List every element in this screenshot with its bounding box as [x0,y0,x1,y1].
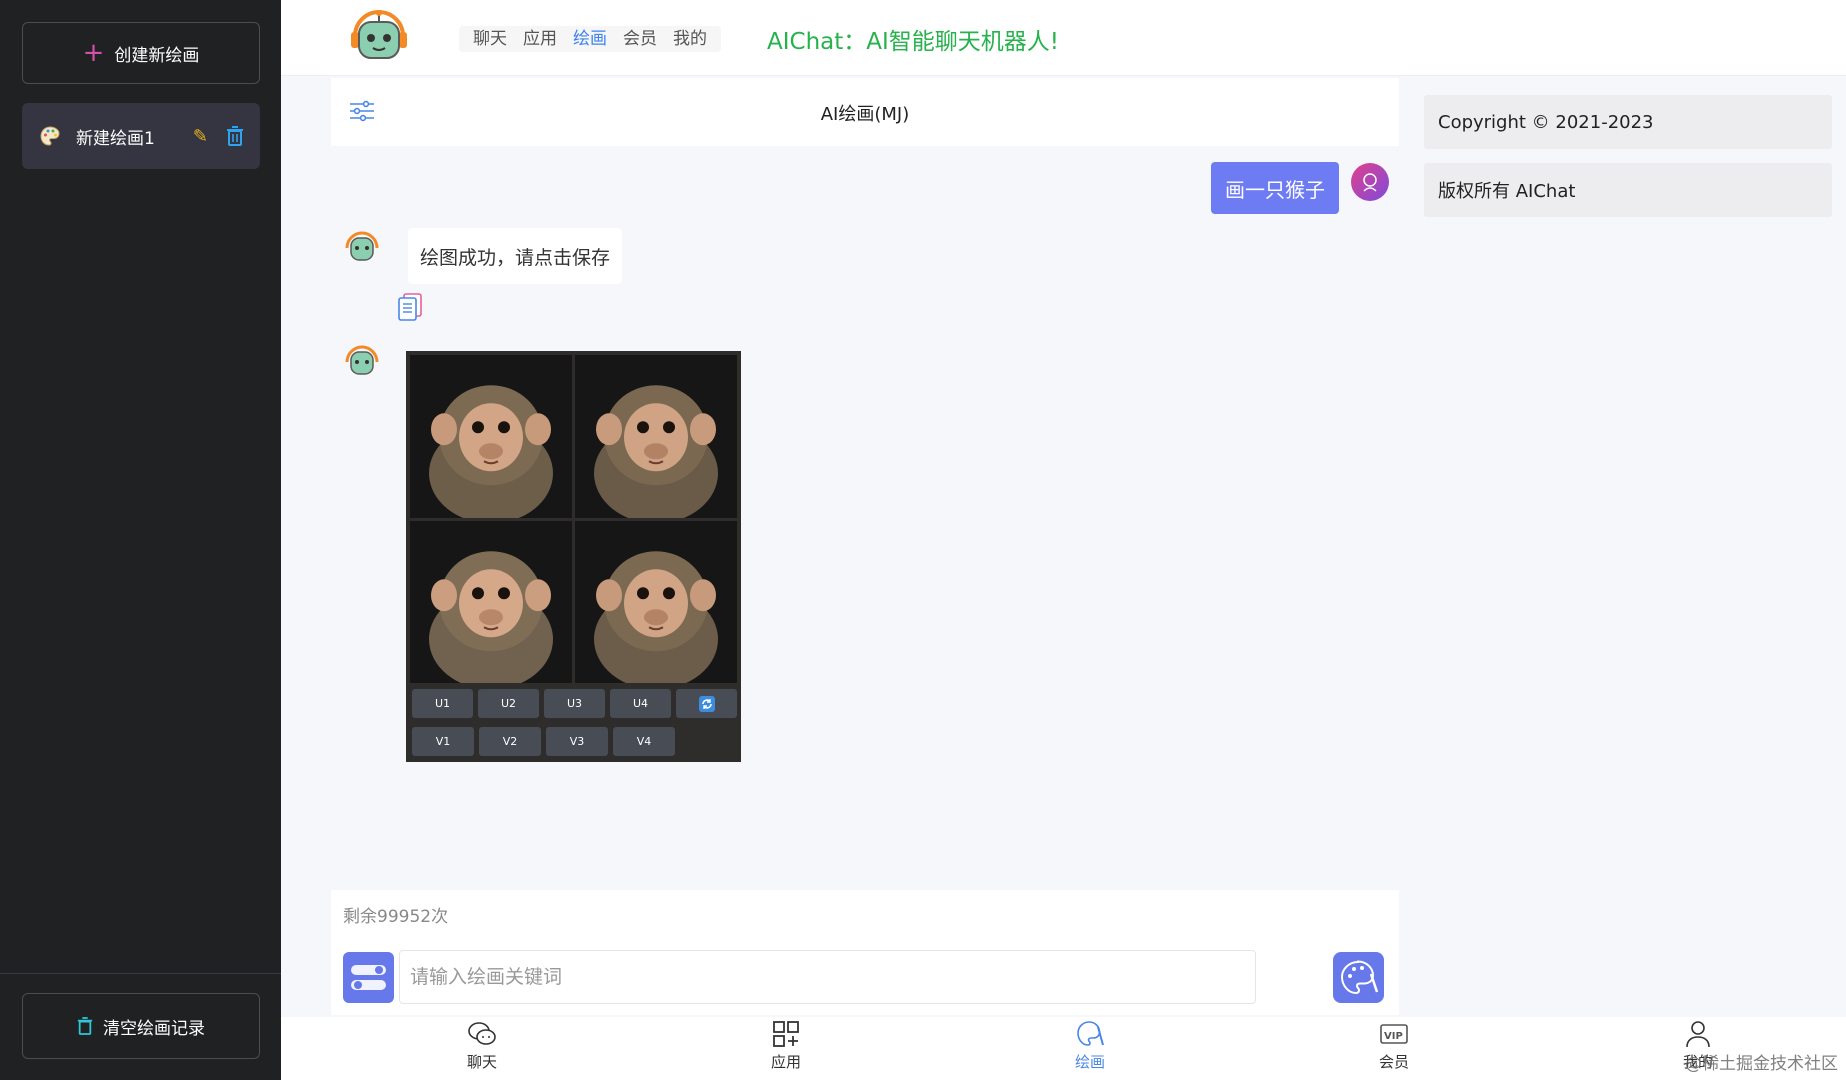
input-area: 剩余99952次 [331,890,1399,1015]
sidebar-divider [0,973,281,974]
rights-info: 版权所有 AIChat [1424,163,1832,217]
nav-chat[interactable]: 聊天 [465,26,515,52]
options-button[interactable] [343,952,394,1003]
user-message: 画一只猴子 [1211,162,1339,214]
new-drawing-button[interactable]: + 创建新绘画 [22,22,260,84]
upscale-3-button[interactable]: U3 [544,689,605,718]
generated-image-card: U1 U2 U3 U4 V1 V2 V3 V4 [406,351,741,762]
chat-title: AI绘画(MJ) [820,104,910,125]
variation-4-button[interactable]: V4 [613,727,675,756]
nav-apps[interactable]: 应用 [515,26,565,52]
plus-icon: + [82,38,105,68]
mj-action-buttons: U1 U2 U3 U4 V1 V2 V3 V4 [410,689,737,765]
upscale-1-button[interactable]: U1 [412,689,473,718]
copy-icon[interactable] [397,292,423,322]
bot-message: 绘图成功，请点击保存 [408,228,623,284]
clear-history-button[interactable]: 清空绘画记录 [22,993,260,1059]
robot-logo [351,10,407,59]
refresh-icon [698,695,715,712]
monkey-image [410,355,572,518]
nav-mine[interactable]: 我的 [665,26,715,52]
trash-icon [77,1017,93,1035]
upscale-4-button[interactable]: U4 [610,689,671,718]
sidebar-item-label: 新建绘画1 [76,128,155,149]
upscale-2-button[interactable]: U2 [478,689,539,718]
vip-icon: VIP [1380,1024,1408,1044]
chat-icon [468,1022,496,1045]
clear-history-label: 清空绘画记录 [103,1018,205,1039]
tab-apps-label: 应用 [770,1053,801,1071]
svg-text:VIP: VIP [1384,1031,1403,1042]
copyright-info: Copyright © 2021-2023 [1424,95,1832,149]
tab-chat-label: 聊天 [466,1053,497,1071]
top-nav: 聊天 应用 绘画 会员 我的 [459,26,721,52]
nav-draw[interactable]: 绘画 [565,26,615,52]
tab-draw-label: 绘画 [1074,1053,1105,1071]
variation-1-button[interactable]: V1 [412,727,474,756]
watermark: @稀土掘金技术社区 [1685,1054,1838,1074]
draw-send-button[interactable] [1333,952,1384,1003]
brand-title: AIChat：AI智能聊天机器人! [767,29,1060,55]
user-avatar [1351,163,1389,201]
variation-3-button[interactable]: V3 [546,727,608,756]
chat-header: AI绘画(MJ) [331,78,1399,146]
generated-image-grid[interactable] [410,355,737,683]
bot-avatar [345,345,379,375]
sidebar-item-drawing[interactable]: 新建绘画1 ✎ [22,103,260,169]
monkey-image [410,520,572,683]
nav-member[interactable]: 会员 [615,26,665,52]
palette-icon [1340,960,1379,995]
bottom-tab-bar: 聊天 应用 绘画 VIP 会员 我的 [281,1017,1846,1080]
new-drawing-label: 创建新绘画 [114,45,200,66]
tab-member[interactable]: VIP 会员 [1354,1019,1434,1072]
bot-avatar [345,231,379,261]
apps-icon [773,1021,799,1047]
user-avatar-icon [1363,173,1377,192]
toggle-options-icon [351,965,386,990]
tab-apps[interactable]: 应用 [746,1019,826,1072]
delete-icon[interactable] [226,126,244,146]
tab-draw[interactable]: 绘画 [1050,1019,1130,1072]
variation-2-button[interactable]: V2 [479,727,541,756]
palette-icon [40,126,60,146]
sidebar: + 创建新绘画 新建绘画1 ✎ 清空绘画记录 [0,0,281,1080]
prompt-input[interactable] [399,950,1256,1004]
edit-icon[interactable]: ✎ [193,126,208,147]
remaining-count: 剩余99952次 [343,907,449,927]
tab-chat[interactable]: 聊天 [442,1019,522,1072]
monkey-image [575,355,737,518]
draw-icon [1077,1021,1104,1046]
top-header: 聊天 应用 绘画 会员 我的 AIChat：AI智能聊天机器人! [281,0,1846,76]
monkey-image [575,520,737,683]
user-icon [1686,1021,1710,1048]
tab-member-label: 会员 [1378,1053,1409,1071]
reroll-button[interactable] [676,689,737,718]
